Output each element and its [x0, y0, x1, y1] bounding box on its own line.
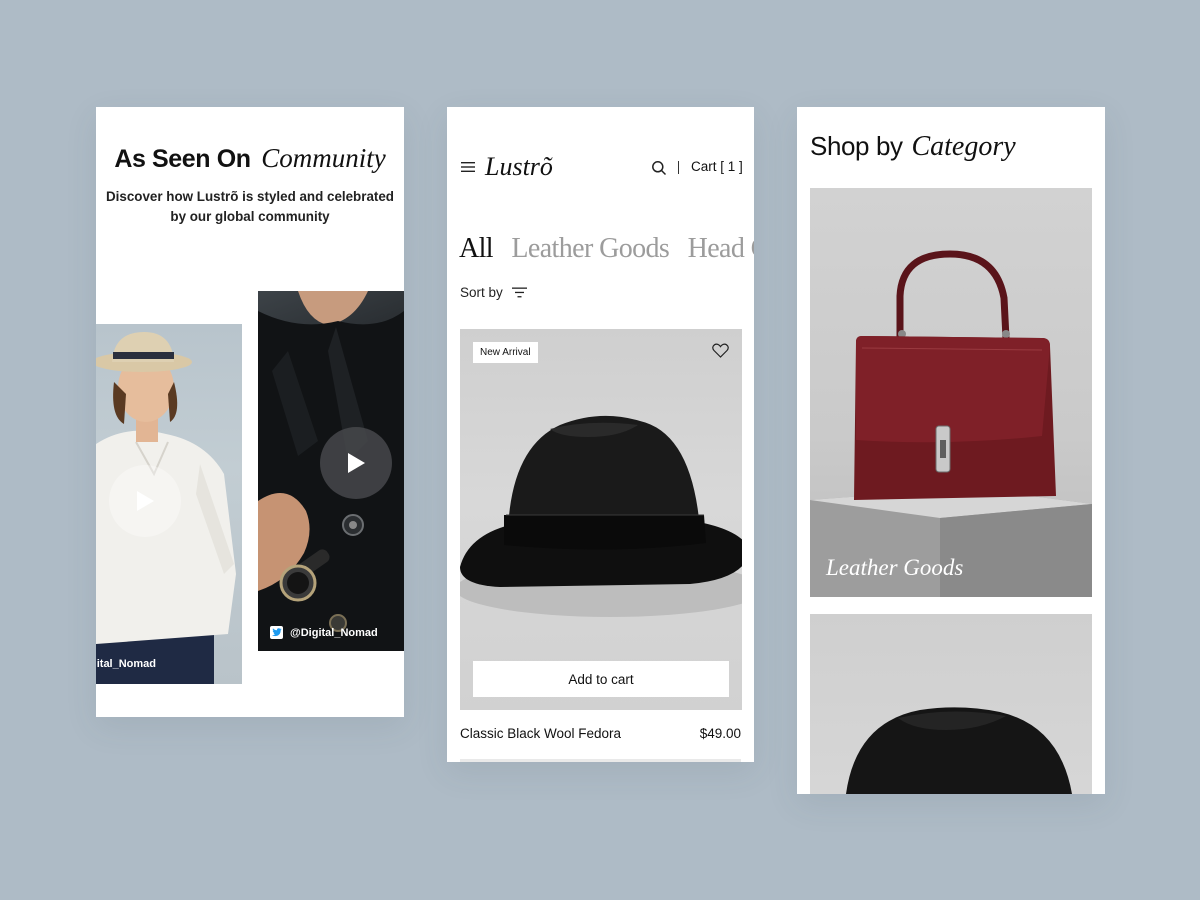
post-1-handle[interactable]: gital_Nomad — [96, 658, 156, 670]
tab-all[interactable]: All — [459, 233, 494, 265]
search-icon[interactable] — [651, 160, 667, 176]
play-icon — [137, 491, 154, 511]
shop-header: Lustrõ Cart [ 1 ] — [447, 152, 754, 182]
handbag-photo — [810, 250, 1092, 597]
community-title-italic: Community — [261, 143, 386, 173]
hamburger-menu-icon[interactable] — [461, 162, 475, 172]
brand-logo[interactable]: Lustrõ — [485, 152, 553, 182]
community-post-2[interactable]: @Digital_Nomad — [258, 291, 404, 651]
category-title-plain: Shop by — [810, 131, 903, 161]
category-tabs: All Leather Goods Head Gears — [459, 233, 754, 265]
cart-link[interactable]: Cart [ 1 ] — [691, 159, 743, 174]
play-button-post-2[interactable] — [320, 427, 392, 499]
category-screen: Shop by Category Leather Goods — [797, 107, 1105, 794]
filter-lines-icon — [511, 287, 527, 298]
community-post-1[interactable]: gital_Nomad — [96, 324, 242, 684]
category-card-leather-goods[interactable]: Leather Goods — [810, 188, 1092, 597]
post-2-handle-row[interactable]: @Digital_Nomad — [270, 626, 378, 639]
category-title: Shop by Category — [810, 131, 1016, 163]
hat-photo — [846, 707, 1072, 794]
fedora-photo — [460, 415, 742, 617]
play-button-post-1[interactable] — [109, 465, 181, 537]
community-title-bold: As Seen On — [114, 145, 251, 173]
category-card-head-gears[interactable] — [810, 614, 1092, 794]
shop-screen: Lustrõ Cart [ 1 ] All Leather Goods Head… — [447, 107, 754, 762]
community-screen: As Seen On Community Discover how Lustrõ… — [96, 107, 404, 717]
heart-icon[interactable] — [712, 343, 729, 358]
tab-leather-goods[interactable]: Leather Goods — [511, 233, 669, 265]
sort-control[interactable]: Sort by — [460, 285, 527, 300]
next-product-edge — [460, 759, 741, 762]
play-icon — [348, 453, 365, 473]
category-label-leather-goods: Leather Goods — [826, 555, 964, 580]
product-card-image[interactable]: New Arrival Add to cart — [460, 329, 742, 710]
category-title-italic: Category — [911, 131, 1016, 162]
tab-head-gears[interactable]: Head Gears — [688, 233, 754, 265]
header-divider — [678, 161, 679, 174]
community-title: As Seen On Community — [96, 143, 404, 174]
community-subtitle: Discover how Lustrõ is styled and celebr… — [106, 189, 394, 224]
post-2-handle: @Digital_Nomad — [290, 626, 378, 639]
add-to-cart-button[interactable]: Add to cart — [473, 661, 729, 697]
product-price: $49.00 — [699, 726, 741, 741]
new-arrival-badge: New Arrival — [473, 342, 538, 363]
product-name[interactable]: Classic Black Wool Fedora — [460, 726, 621, 741]
twitter-icon — [270, 626, 283, 639]
sort-label: Sort by — [460, 285, 503, 300]
